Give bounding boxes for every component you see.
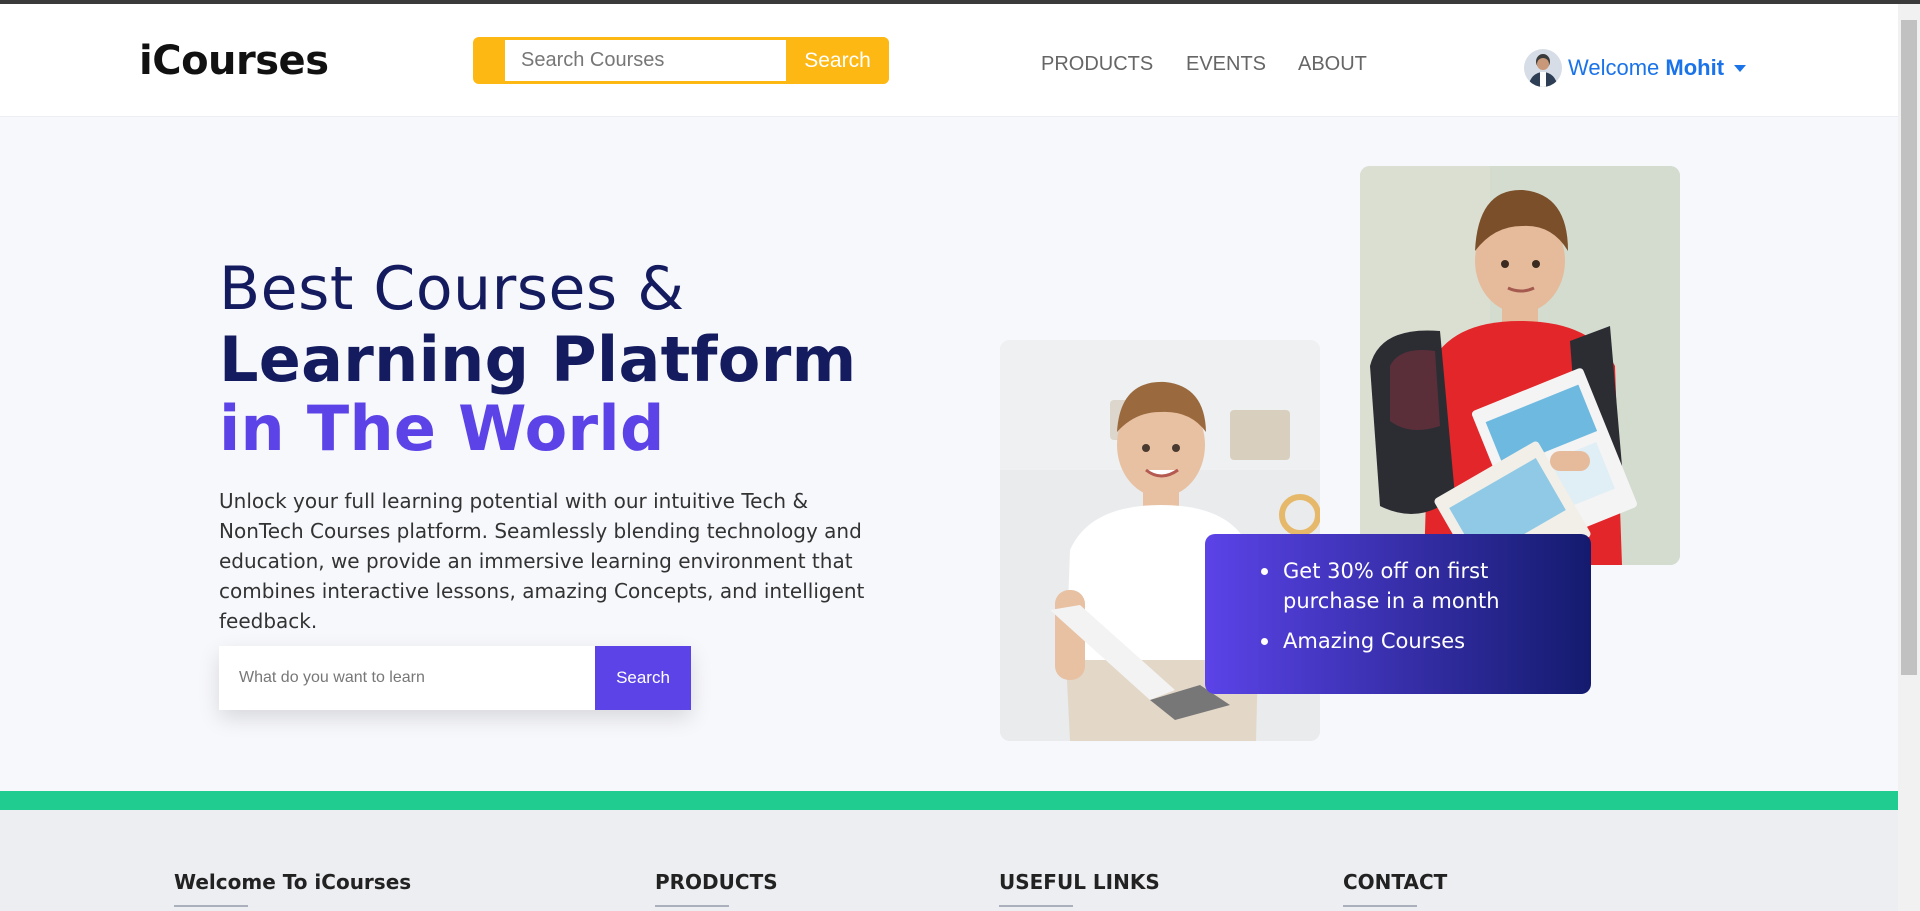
section-divider-band [0, 791, 1898, 810]
footer-heading-useful-links: USEFUL LINKS [999, 870, 1160, 894]
nav-events[interactable]: EVENTS [1186, 53, 1266, 76]
footer-heading-underline [174, 905, 248, 907]
welcome-text: Welcome Mohit [1568, 55, 1725, 80]
header-search-button[interactable]: Search [786, 37, 889, 84]
offer-item-courses: Amazing Courses [1261, 626, 1523, 656]
hero-title-line2: Learning Platform [219, 323, 857, 396]
offer-card: Get 30% off on first purchase in a month… [1205, 534, 1591, 694]
footer-heading-products: PRODUCTS [655, 870, 778, 894]
hero-description: Unlock your full learning potential with… [219, 489, 865, 633]
avatar [1524, 49, 1562, 87]
header-search: Search [473, 37, 889, 84]
chevron-down-icon [1734, 64, 1747, 72]
page-scrollbar-thumb[interactable] [1901, 20, 1917, 675]
offer-item-discount: Get 30% off on first purchase in a month [1261, 556, 1523, 616]
learn-search: Search [219, 646, 691, 710]
site-logo[interactable]: iCourses [139, 38, 329, 84]
hero-title-line3: in The World [219, 392, 665, 465]
user-name: Mohit [1665, 55, 1725, 80]
header-search-input[interactable] [505, 40, 786, 81]
learn-search-input[interactable] [219, 646, 595, 710]
nav-products[interactable]: PRODUCTS [1041, 53, 1153, 76]
footer-heading-welcome: Welcome To iCourses [174, 870, 412, 894]
footer-heading-underline [655, 905, 729, 907]
learn-search-button[interactable]: Search [595, 646, 691, 710]
footer-heading-underline [1343, 905, 1417, 907]
footer-heading-underline [999, 905, 1073, 907]
user-menu[interactable]: Welcome Mohit [1524, 48, 1747, 88]
hero-photo-boy-backpack [1360, 166, 1680, 565]
offer-list: Get 30% off on first purchase in a month… [1261, 556, 1591, 656]
site-header: iCourses Search PRODUCTS EVENTS ABOUT We… [0, 4, 1898, 117]
hero-title-line1: Best Courses & [219, 254, 685, 324]
nav-about[interactable]: ABOUT [1298, 53, 1367, 76]
footer-heading-contact: CONTACT [1343, 870, 1448, 894]
site-footer [0, 810, 1898, 911]
